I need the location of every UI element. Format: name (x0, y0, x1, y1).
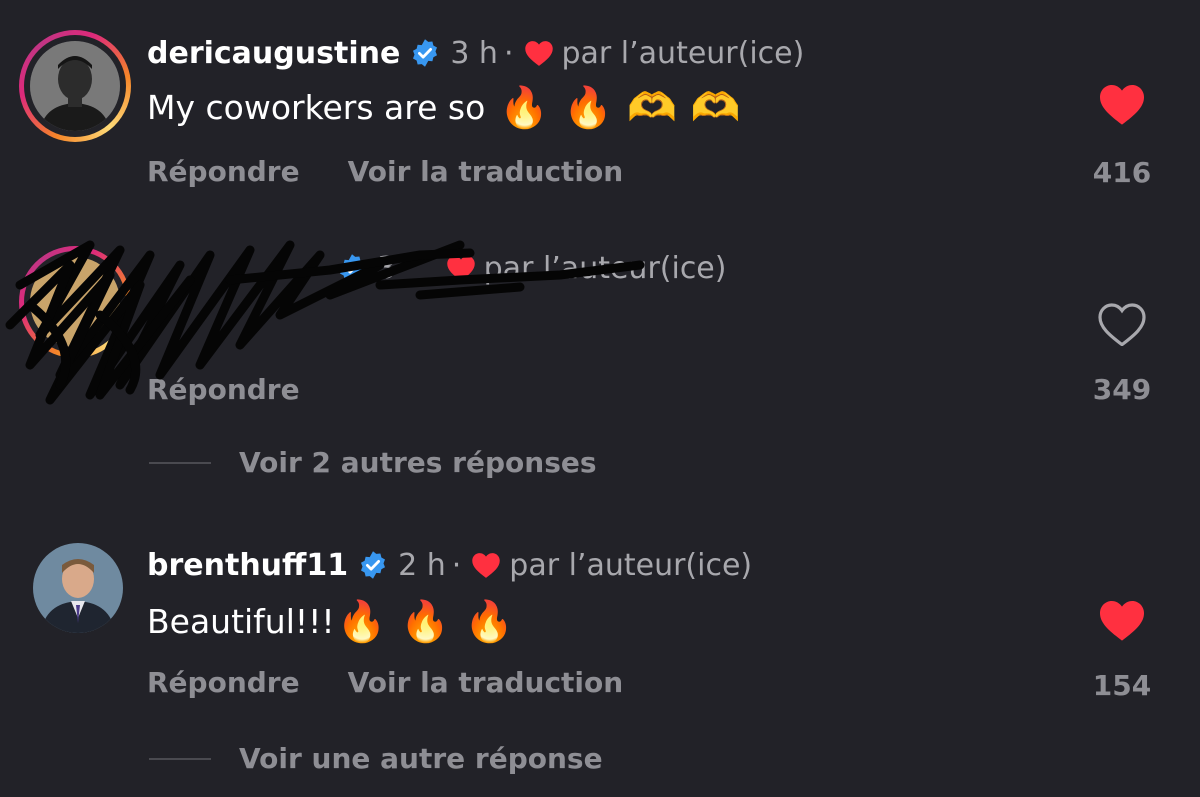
view-more-replies[interactable]: Voir une autre réponse (149, 742, 603, 775)
comment-body: My coworkers are so (147, 87, 486, 127)
comment-header: dericaugustine 3 h · par l’auteur(ice) (147, 33, 804, 73)
fire-emoji: 🔥 (464, 598, 515, 645)
see-translation-button[interactable]: Voir la traduction (348, 666, 624, 699)
divider-line (149, 757, 211, 760)
author-liked-heart-icon (471, 551, 501, 579)
fire-emoji: 🔥 (400, 598, 451, 645)
liked-by-author-label: par l’auteur(ice) (509, 547, 753, 583)
heart-filled-icon[interactable] (1098, 82, 1146, 126)
heart-outline-icon[interactable] (1098, 302, 1146, 346)
verified-badge-icon (410, 38, 440, 68)
separator: · (503, 35, 514, 71)
comment-text: My coworkers are so 🔥 🔥 🫶 🫶 (147, 82, 741, 132)
timestamp: 3 h (450, 35, 498, 71)
comment-header: brenthuff11 2 h · par l’auteur(ice) (147, 545, 752, 585)
username[interactable]: brenthuff11 (147, 548, 348, 583)
view-more-replies-label[interactable]: Voir 2 autres réponses (239, 446, 597, 479)
like-count: 349 (1092, 373, 1152, 406)
comment-actions: Répondre Voir la traduction (147, 155, 671, 188)
comment-actions: Répondre Voir la traduction (147, 666, 671, 699)
like-count: 416 (1092, 156, 1152, 189)
heart-hands-emoji: 🫶 (690, 84, 741, 131)
divider-line (149, 461, 211, 464)
author-liked-heart-icon (524, 39, 554, 67)
username[interactable]: dericaugustine (147, 36, 400, 71)
like-count: 154 (1092, 669, 1152, 702)
fire-emoji: 🔥 (563, 84, 613, 131)
fire-emoji: 🔥 (499, 84, 550, 131)
liked-by-author-label: par l’auteur(ice) (561, 35, 805, 71)
view-more-replies-label[interactable]: Voir une autre réponse (239, 742, 603, 775)
timestamp: 2 h (398, 547, 446, 583)
view-more-replies[interactable]: Voir 2 autres réponses (149, 446, 597, 479)
reply-button[interactable]: Répondre (147, 155, 300, 188)
comment-body: Beautiful!!! (147, 601, 335, 641)
verified-badge-icon (358, 550, 388, 580)
heart-filled-icon[interactable] (1098, 598, 1146, 642)
redaction-scribble (5, 240, 645, 405)
separator: · (451, 547, 462, 583)
fire-emoji: 🔥 (336, 598, 387, 645)
comment-text: Beautiful!!! 🔥 🔥 🔥 (147, 596, 514, 646)
heart-hands-emoji: 🫶 (626, 84, 677, 131)
reply-button[interactable]: Répondre (147, 666, 300, 699)
avatar (30, 41, 120, 131)
avatar[interactable] (33, 543, 123, 633)
see-translation-button[interactable]: Voir la traduction (348, 155, 624, 188)
avatar-story-ring[interactable] (19, 30, 131, 142)
